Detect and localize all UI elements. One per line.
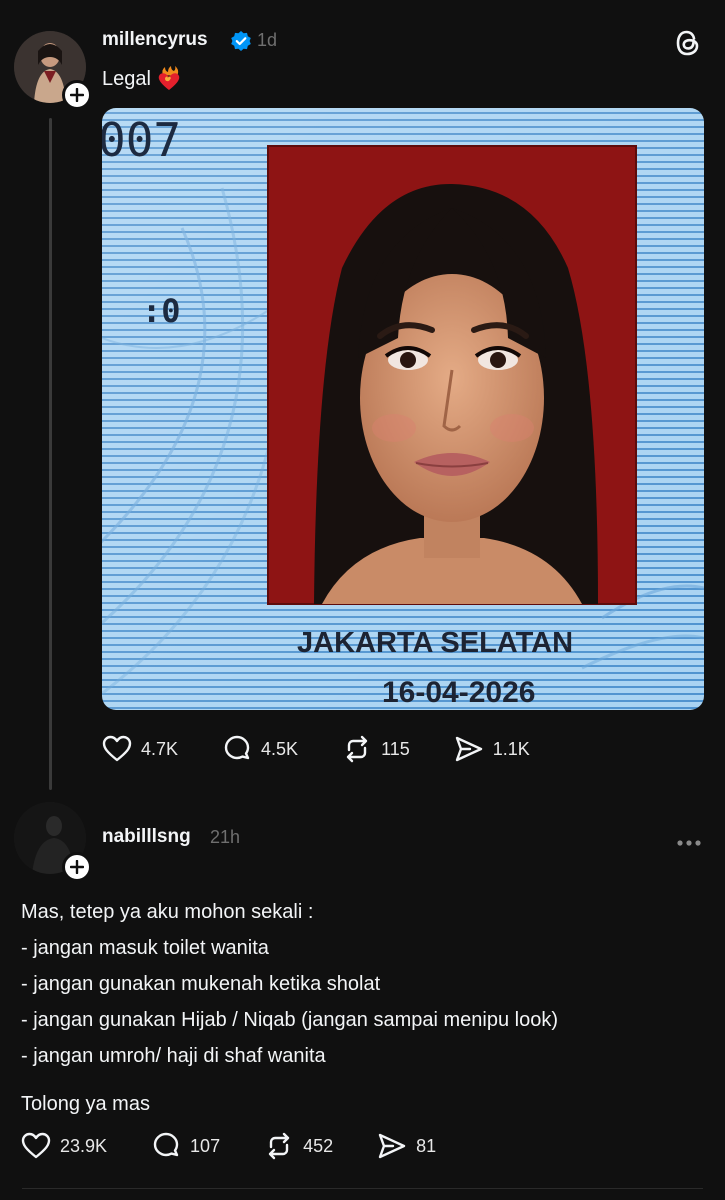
post-millencyrus: millencyrus 1d Legal 007:0 JAKARTA SELA…	[0, 0, 725, 790]
plus-icon	[70, 860, 84, 874]
send-icon	[378, 1133, 406, 1159]
post-line: - jangan umroh/ haji di shaf wanita	[21, 1045, 326, 1067]
like-button[interactable]: 4.7K	[102, 735, 178, 763]
thread-line	[49, 118, 52, 790]
caption-text: Legal	[102, 68, 151, 90]
post-image[interactable]: 007 :0 JAKARTA SELATAN 16-04-2026	[102, 108, 704, 710]
share-button[interactable]: 81	[377, 1132, 436, 1160]
post-body: Mas, tetep ya aku mohon sekali : - janga…	[21, 894, 558, 1122]
post-line: - jangan gunakan Hijab / Niqab (jangan s…	[21, 1009, 558, 1031]
like-count: 23.9K	[60, 1135, 108, 1156]
repost-count: 115	[381, 738, 410, 759]
repost-button[interactable]: 452	[264, 1131, 333, 1161]
more-options-icon[interactable]	[676, 834, 702, 852]
comment-count: 107	[190, 1135, 221, 1156]
post-caption: Legal	[102, 61, 182, 97]
share-button[interactable]: 1.1K	[454, 735, 530, 763]
share-count: 81	[416, 1135, 437, 1156]
post-line: Mas, tetep ya aku mohon sekali :	[21, 901, 314, 923]
divider	[22, 1188, 703, 1189]
comment-icon	[153, 1132, 179, 1157]
heart-icon	[102, 735, 132, 762]
threads-logo-icon[interactable]	[674, 28, 702, 63]
timestamp: 21h	[210, 827, 241, 847]
post-actions: 4.7K 4.5K 115 1.1K	[102, 734, 574, 764]
comment-button[interactable]: 107	[151, 1131, 220, 1161]
username[interactable]: millencyrus	[102, 29, 208, 51]
comment-button[interactable]: 4.5K	[222, 734, 298, 764]
post-line: - jangan gunakan mukenah ketika sholat	[21, 973, 381, 995]
repost-icon	[268, 1132, 290, 1160]
comment-icon	[224, 735, 250, 760]
post-nabilllsng: nabilllsng 21h Mas, tetep ya aku mohon s…	[0, 790, 725, 1200]
heart-on-fire-emoji-icon	[156, 66, 182, 92]
id-city: JAKARTA SELATAN	[297, 627, 573, 659]
repost-icon	[346, 735, 368, 763]
verified-badge-icon	[230, 30, 252, 57]
heart-icon	[21, 1132, 51, 1159]
repost-count: 452	[303, 1135, 334, 1156]
username[interactable]: nabilllsng	[102, 826, 191, 848]
share-count: 1.1K	[492, 738, 530, 759]
id-corner-number: 007	[102, 113, 181, 167]
send-icon	[455, 736, 482, 762]
id-date: 16-04-2026	[382, 676, 535, 709]
follow-button[interactable]	[62, 80, 92, 110]
comment-count: 4.5K	[261, 738, 299, 759]
plus-icon	[70, 88, 84, 102]
like-button[interactable]: 23.9K	[21, 1132, 107, 1160]
post-closing: Tolong ya mas	[21, 1093, 150, 1115]
id-mark: :0	[142, 292, 181, 330]
post-line: - jangan masuk toilet wanita	[21, 937, 269, 959]
follow-button[interactable]	[62, 852, 92, 882]
timestamp: 1d	[257, 30, 278, 50]
like-count: 4.7K	[141, 738, 179, 759]
post-actions: 23.9K 107 452 81	[21, 1131, 480, 1161]
repost-button[interactable]: 115	[342, 734, 410, 764]
